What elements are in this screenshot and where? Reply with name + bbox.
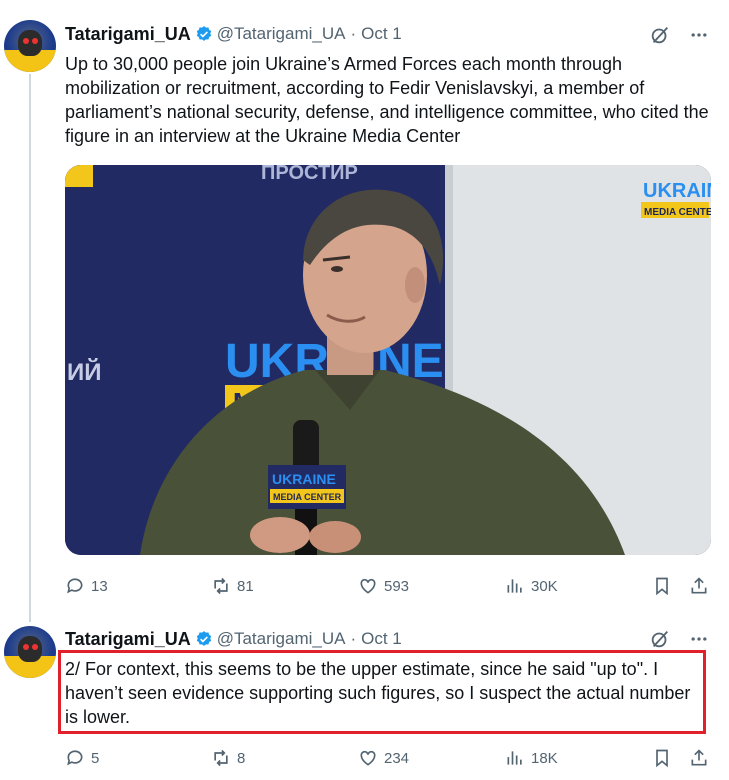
tweet-top-icons <box>649 628 709 650</box>
backdrop-top-text: ПРОСТИР <box>261 165 358 184</box>
tweet-text: Up to 30,000 people join Ukraine’s Armed… <box>65 54 709 146</box>
grok-icon[interactable] <box>649 628 671 650</box>
repost-button[interactable]: 8 <box>211 743 245 773</box>
author-handle[interactable]: @Tatarigami_UA <box>217 24 346 44</box>
reply-button[interactable]: 5 <box>65 743 99 773</box>
share-button[interactable] <box>689 743 709 773</box>
views-icon <box>507 579 522 593</box>
author-handle[interactable]: @Tatarigami_UA <box>217 629 346 649</box>
bookmark-button[interactable] <box>652 743 672 773</box>
mic-flag-media-center-text: MEDIA CENTER <box>273 492 342 502</box>
thread-connector-line <box>29 74 31 622</box>
views-count: 18K <box>531 749 558 767</box>
bookmark-icon <box>656 749 668 768</box>
like-button[interactable]: 234 <box>358 743 409 773</box>
like-button[interactable]: 593 <box>358 571 409 601</box>
repost-icon <box>214 577 228 595</box>
reply-icon <box>67 750 83 766</box>
mic-flag-ukraine-text: UKRAINE <box>272 471 336 487</box>
logo-ukraine-text: UKRAINE <box>643 180 711 202</box>
logo-media-center-text: MEDIA CENTER <box>644 207 711 218</box>
separator-dot: · <box>350 629 357 648</box>
like-icon <box>360 750 376 766</box>
tweet-date[interactable]: Oct 1 <box>361 24 402 44</box>
backdrop-left-text: ИЙ <box>67 358 102 386</box>
tweet-top-icons <box>649 24 709 46</box>
reply-icon <box>67 578 83 594</box>
repost-count: 8 <box>237 749 246 767</box>
reply-count: 5 <box>91 749 100 767</box>
verified-badge-icon <box>196 631 211 646</box>
reply-count: 13 <box>91 577 108 595</box>
like-icon <box>360 578 376 594</box>
views-count: 30K <box>531 577 558 595</box>
tweet-date[interactable]: Oct 1 <box>361 629 402 649</box>
views-icon <box>507 751 522 765</box>
like-count: 593 <box>384 577 410 595</box>
tweet-header: Tatarigami_UA @Tatarigami_UA · Oct 1 <box>65 627 402 651</box>
views-button[interactable]: 18K <box>505 743 558 773</box>
tweet-header: Tatarigami_UA @Tatarigami_UA · Oct 1 <box>65 22 402 46</box>
reply-button[interactable]: 13 <box>65 571 108 601</box>
more-icon[interactable] <box>689 629 709 649</box>
more-icon[interactable] <box>689 25 709 45</box>
avatar[interactable] <box>4 20 56 72</box>
separator-dot: · <box>350 24 357 43</box>
interview-photo: ПРОСТИР ИЙ UKRAINE M UKRAINE MEDIA CENTE… <box>65 165 711 555</box>
views-button[interactable]: 30K <box>505 571 558 601</box>
repost-button[interactable]: 81 <box>211 571 254 601</box>
share-button[interactable] <box>689 571 709 601</box>
tweet-actions: 13 81 593 30K <box>65 571 715 601</box>
repost-icon <box>214 749 228 767</box>
bookmark-button[interactable] <box>652 571 672 601</box>
tweet-media-image[interactable]: ПРОСТИР ИЙ UKRAINE M UKRAINE MEDIA CENTE… <box>65 165 711 555</box>
author-name[interactable]: Tatarigami_UA <box>65 24 191 45</box>
author-name[interactable]: Tatarigami_UA <box>65 629 191 650</box>
avatar[interactable] <box>4 626 56 678</box>
repost-count: 81 <box>237 577 254 595</box>
grok-icon[interactable] <box>649 24 671 46</box>
bookmark-icon <box>656 577 668 596</box>
share-icon <box>691 749 707 766</box>
like-count: 234 <box>384 749 410 767</box>
share-icon <box>691 577 707 594</box>
tweet-text: 2/ For context, this seems to be the upp… <box>65 659 691 727</box>
tweet-actions: 5 8 234 18K <box>65 743 715 773</box>
verified-badge-icon <box>196 26 211 41</box>
